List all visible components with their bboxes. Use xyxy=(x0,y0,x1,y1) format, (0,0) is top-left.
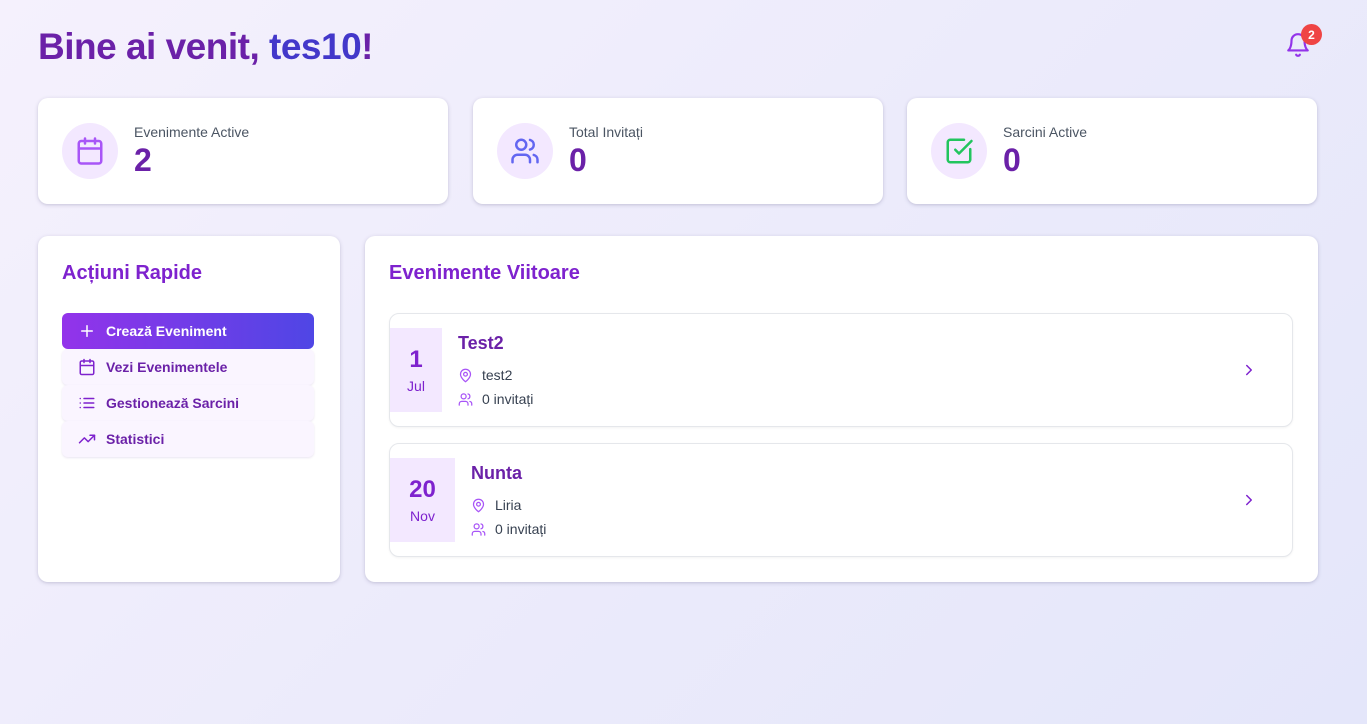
calendar-icon xyxy=(79,358,95,376)
stat-value: 2 xyxy=(134,142,152,178)
manage-tasks-button[interactable]: Gestionează Sarcini xyxy=(62,385,314,421)
users-icon xyxy=(511,138,539,164)
event-card[interactable]: 1 Jul Test2 test2 0 invitați xyxy=(389,313,1293,427)
stat-card-total-guests: Total Invitați 0 xyxy=(473,98,883,204)
username: tes10 xyxy=(269,26,362,67)
upcoming-events-panel: Evenimente Viitoare 1 Jul Test2 test2 0 … xyxy=(365,236,1318,582)
statistics-label: Statistici xyxy=(106,431,165,447)
event-guests-text: 0 invitați xyxy=(482,391,534,407)
notification-badge: 2 xyxy=(1301,24,1322,45)
event-guests-text: 0 invitați xyxy=(495,521,547,537)
users-icon xyxy=(471,522,486,536)
quick-actions-title: Acțiuni Rapide xyxy=(62,262,203,284)
event-guests: 0 invitați xyxy=(471,521,546,537)
map-pin-icon xyxy=(459,368,472,382)
stat-card-active-events: Evenimente Active 2 xyxy=(38,98,448,204)
stat-label: Total Invitați xyxy=(569,124,643,140)
event-name: Nunta xyxy=(471,463,522,483)
create-event-button[interactable]: Crează Eveniment xyxy=(62,313,314,349)
event-day: 1 xyxy=(409,346,423,373)
stat-icon-wrap xyxy=(497,123,553,179)
view-events-button[interactable]: Vezi Evenimentele xyxy=(62,349,314,385)
event-card[interactable]: 20 Nov Nunta Liria 0 invitați xyxy=(389,443,1293,557)
greeting-prefix: Bine ai venit, xyxy=(38,26,270,67)
event-day: 20 xyxy=(409,476,436,503)
stat-value: 0 xyxy=(569,142,587,178)
stat-card-active-tasks: Sarcini Active 0 xyxy=(907,98,1317,204)
page-title: Bine ai venit, tes10! xyxy=(38,26,373,68)
map-pin-icon xyxy=(472,498,485,512)
event-date: 20 Nov xyxy=(390,458,455,542)
chevron-right-icon xyxy=(1246,494,1252,506)
upcoming-events-title: Evenimente Viitoare xyxy=(389,262,580,284)
event-name: Test2 xyxy=(458,333,504,353)
chevron-right-icon xyxy=(1246,364,1252,376)
stat-icon-wrap xyxy=(62,123,118,179)
event-location-text: test2 xyxy=(482,367,513,383)
statistics-button[interactable]: Statistici xyxy=(62,421,314,457)
users-icon xyxy=(458,392,473,406)
event-location: Liria xyxy=(471,497,521,513)
stat-label: Sarcini Active xyxy=(1003,124,1088,140)
event-location: test2 xyxy=(458,367,512,383)
event-guests: 0 invitați xyxy=(458,391,533,407)
stat-value: 0 xyxy=(1003,142,1021,178)
greeting-suffix: ! xyxy=(361,26,373,67)
stat-icon-wrap xyxy=(931,123,987,179)
manage-tasks-label: Gestionează Sarcini xyxy=(106,395,240,411)
trending-up-icon xyxy=(78,434,96,444)
event-month: Nov xyxy=(410,508,435,524)
stat-label: Evenimente Active xyxy=(134,124,250,140)
check-square-icon xyxy=(946,138,973,164)
list-icon xyxy=(79,397,95,409)
view-events-label: Vezi Evenimentele xyxy=(106,359,228,375)
event-month: Jul xyxy=(407,378,425,394)
event-date: 1 Jul xyxy=(390,328,442,412)
plus-icon xyxy=(81,325,93,337)
event-location-text: Liria xyxy=(495,497,522,513)
create-event-label: Crează Eveniment xyxy=(106,323,227,339)
quick-actions-panel: Acțiuni Rapide Crează Eveniment Vezi Eve… xyxy=(38,236,340,582)
calendar-icon xyxy=(77,137,103,165)
